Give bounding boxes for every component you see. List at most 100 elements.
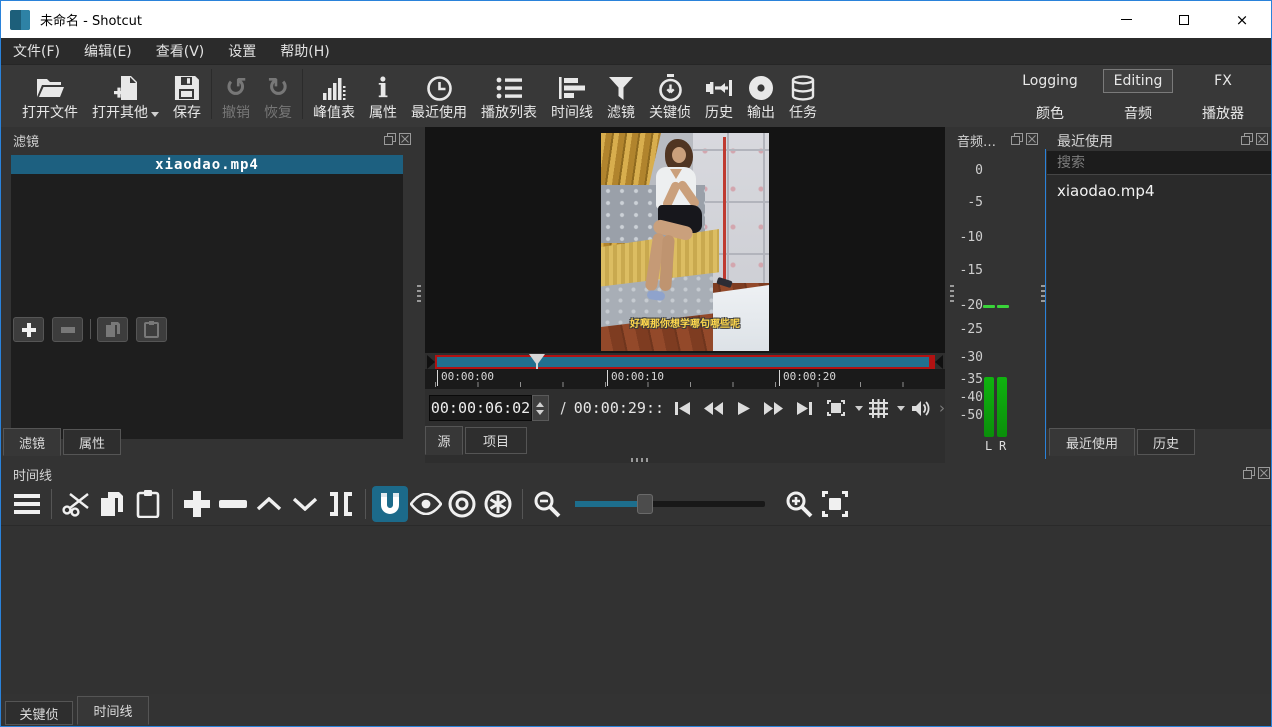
ripple-toggle-button[interactable] (444, 486, 480, 522)
slider-thumb[interactable] (637, 494, 653, 514)
filter-list[interactable] (11, 174, 403, 439)
menu-view[interactable]: 查看(V) (144, 37, 217, 65)
menu-file[interactable]: 文件(F) (1, 37, 72, 65)
ripple-all-tracks-button[interactable] (480, 486, 516, 522)
close-button[interactable]: × (1213, 1, 1271, 38)
db-scale-label: -20 (943, 298, 983, 313)
shotcut-window: 未命名 - Shotcut × 文件(F) 编辑(E) 查看(V) 设置 帮助(… (0, 0, 1272, 727)
current-time-field[interactable]: 00:00:06:02 (429, 395, 532, 421)
layout-editing[interactable]: Editing (1103, 69, 1174, 93)
trim-in-marker[interactable] (427, 355, 435, 369)
layout-logging[interactable]: Logging (1012, 70, 1088, 92)
timeline-tracks-area[interactable] (1, 525, 1271, 694)
grid-button[interactable] (863, 394, 894, 422)
maximize-button[interactable] (1155, 1, 1213, 38)
copy-button[interactable] (94, 486, 130, 522)
rewind-button[interactable] (697, 394, 730, 422)
float-panel-icon[interactable] (1241, 133, 1253, 145)
time-spinner[interactable] (532, 395, 549, 421)
add-filter-button[interactable] (13, 317, 44, 342)
splitter-handle[interactable] (950, 285, 954, 304)
skip-start-button[interactable] (667, 394, 697, 422)
splitter-handle[interactable] (631, 458, 648, 462)
volume-button[interactable] (905, 394, 937, 422)
layout-fx[interactable]: FX (1204, 70, 1242, 92)
chevron-down-icon[interactable] (855, 406, 863, 411)
recent-list[interactable]: xiaodao.mp4 (1047, 175, 1271, 429)
layout-player[interactable]: 播放器 (1192, 100, 1254, 126)
open-file-button[interactable]: 打开文件 (15, 67, 85, 125)
menu-settings[interactable]: 设置 (216, 37, 268, 65)
zoom-fit-button[interactable] (817, 486, 853, 522)
lift-button[interactable] (251, 486, 287, 522)
tab-keyframes[interactable]: 关键侦 (5, 701, 73, 725)
fast-forward-button[interactable] (757, 394, 790, 422)
close-panel-icon[interactable] (399, 133, 411, 145)
splitter-highlight (1045, 149, 1046, 459)
paste-button[interactable] (130, 486, 166, 522)
overwrite-button[interactable] (287, 486, 323, 522)
video-person-neck (670, 169, 682, 179)
properties-button[interactable]: i 属性 (362, 67, 404, 125)
float-panel-icon[interactable] (1011, 133, 1023, 145)
recent-button[interactable]: 最近使用 (404, 67, 474, 125)
save-button[interactable]: 保存 (166, 67, 208, 125)
undo-button[interactable]: ↺ 撤销 (215, 67, 257, 125)
tab-timeline[interactable]: 时间线 (77, 696, 149, 725)
tab-filters[interactable]: 滤镜 (3, 428, 61, 456)
append-button[interactable] (179, 486, 215, 522)
split-button[interactable] (323, 486, 359, 522)
zoom-out-button[interactable] (529, 486, 565, 522)
zoom-fit-video-button[interactable] (820, 394, 852, 422)
video-canvas[interactable]: 好啊那你想学哪句哪些呢 (425, 127, 945, 353)
cut-button[interactable] (58, 486, 94, 522)
peak-meter-button[interactable]: 峰值表 (306, 67, 362, 125)
export-button[interactable]: 输出 (740, 67, 782, 125)
history-button[interactable]: 历史 (698, 67, 740, 125)
time-ruler[interactable]: 00:00:00 00:00:10 00:00:20 (425, 369, 945, 389)
close-panel-icon[interactable] (1026, 133, 1038, 145)
jobs-button[interactable]: 任务 (782, 67, 824, 125)
redo-button[interactable]: ↻ 恢复 (257, 67, 299, 125)
layout-audio[interactable]: 音频 (1114, 100, 1162, 126)
zoom-in-button[interactable] (781, 486, 817, 522)
chevron-down-icon[interactable] (897, 406, 905, 411)
tab-source[interactable]: 源 (425, 426, 463, 455)
tab-recent[interactable]: 最近使用 (1049, 428, 1135, 456)
menu-help[interactable]: 帮助(H) (268, 37, 341, 65)
float-panel-icon[interactable] (1243, 467, 1255, 479)
scrub-while-dragging-button[interactable] (408, 486, 444, 522)
tab-history[interactable]: 历史 (1137, 429, 1195, 455)
menu-edit[interactable]: 编辑(E) (72, 37, 144, 65)
window-controls: × (1097, 1, 1271, 38)
close-panel-icon[interactable] (1256, 133, 1268, 145)
layout-color[interactable]: 颜色 (1026, 100, 1074, 126)
recent-file-item[interactable]: xiaodao.mp4 (1047, 179, 1271, 203)
timeline-menu-button[interactable] (9, 486, 45, 522)
ripple-delete-button[interactable] (215, 486, 251, 522)
open-other-icon (113, 71, 139, 105)
tab-properties[interactable]: 属性 (63, 429, 121, 455)
playhead[interactable] (529, 354, 545, 365)
timeline-button[interactable]: 时间线 (544, 67, 600, 125)
close-panel-icon[interactable] (1258, 467, 1270, 479)
filters-button[interactable]: 滤镜 (600, 67, 642, 125)
snap-toggle-button[interactable] (372, 486, 408, 522)
play-button[interactable] (730, 394, 757, 422)
playlist-button[interactable]: 播放列表 (474, 67, 544, 125)
splitter-handle[interactable] (417, 285, 421, 304)
copy-filters-button[interactable] (97, 317, 128, 342)
timeline-zoom-slider[interactable] (575, 501, 765, 507)
paste-filters-button[interactable] (136, 317, 167, 342)
tab-project[interactable]: 项目 (465, 427, 527, 454)
skip-end-button[interactable] (790, 394, 820, 422)
float-panel-icon[interactable] (384, 133, 396, 145)
minimize-button[interactable] (1097, 1, 1155, 38)
window-title: 未命名 - Shotcut (40, 10, 142, 29)
remove-filter-button[interactable] (52, 317, 83, 342)
search-input[interactable] (1047, 151, 1271, 174)
trim-out-marker[interactable] (935, 355, 943, 369)
open-other-button[interactable]: 打开其他 (85, 67, 166, 125)
keyframes-button[interactable]: 关键侦 (642, 67, 698, 125)
scrubber-bar[interactable] (435, 355, 935, 369)
